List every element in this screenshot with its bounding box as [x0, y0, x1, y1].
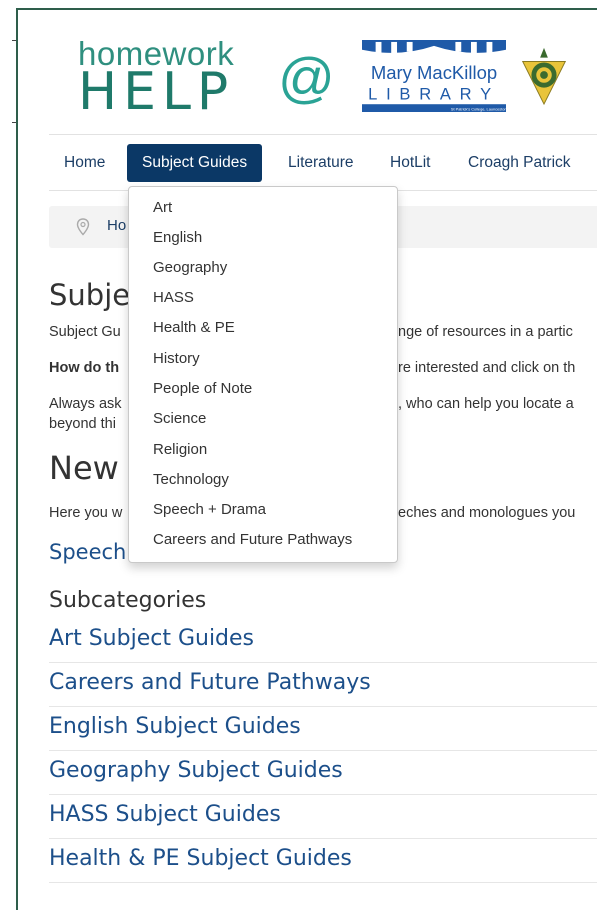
library-name-line2: LIBRARY	[368, 84, 500, 103]
subcategory-item: Careers and Future Pathways	[49, 662, 597, 707]
breadcrumb-home-link[interactable]: Ho	[107, 217, 126, 234]
nav-literature[interactable]: Literature	[273, 144, 368, 182]
dropdown-item-science[interactable]: Science	[153, 410, 206, 427]
intro-text-left: Subject Gu	[49, 324, 121, 340]
here-text-left: Here you w	[49, 505, 123, 521]
subcategory-item: English Subject Guides	[49, 706, 597, 751]
subcategory-link-hass[interactable]: HASS Subject Guides	[49, 802, 281, 827]
dropdown-item-art[interactable]: Art	[153, 199, 172, 216]
subcategory-link-geography[interactable]: Geography Subject Guides	[49, 758, 343, 783]
subcategory-link-english[interactable]: English Subject Guides	[49, 714, 301, 739]
dropdown-item-careers[interactable]: Careers and Future Pathways	[153, 531, 352, 548]
at-sign: @	[278, 46, 335, 109]
beyond-text-left: beyond thi	[49, 416, 116, 432]
library-subtext: St Patrick's College, Launceston	[451, 107, 507, 112]
subcategory-item: HASS Subject Guides	[49, 794, 597, 839]
dropdown-item-health-pe[interactable]: Health & PE	[153, 319, 235, 336]
header-divider	[49, 134, 597, 135]
subcategory-link-health-pe[interactable]: Health & PE Subject Guides	[49, 846, 352, 871]
subcategory-link-art[interactable]: Art Subject Guides	[49, 626, 254, 651]
dropdown-item-speech-drama[interactable]: Speech + Drama	[153, 501, 266, 518]
always-text-left: Always ask	[49, 396, 122, 412]
subcategory-link-careers[interactable]: Careers and Future Pathways	[49, 670, 371, 695]
dropdown-item-hass[interactable]: HASS	[153, 289, 194, 306]
subcategory-item: Art Subject Guides	[49, 618, 597, 663]
speech-link[interactable]: Speech	[49, 540, 126, 564]
mary-mackillop-library-logo[interactable]: Mary MacKillop LIBRARY St Patrick's Coll…	[360, 40, 508, 112]
how-text-right: re interested and click on th	[398, 360, 576, 376]
location-pin-icon	[76, 218, 90, 236]
here-text-right: eches and monologues you	[398, 505, 576, 521]
dropdown-item-history[interactable]: History	[153, 350, 200, 367]
nav-croagh-patrick[interactable]: Croagh Patrick	[453, 144, 586, 182]
dropdown-item-people-of-note[interactable]: People of Note	[153, 380, 252, 397]
subcategories-heading: Subcategories	[49, 588, 207, 613]
subject-guides-dropdown: Art English Geography HASS Health & PE H…	[128, 186, 398, 563]
dropdown-item-technology[interactable]: Technology	[153, 471, 229, 488]
always-text-right: , who can help you locate a	[398, 396, 574, 412]
intro-text-right: nge of resources in a partic	[398, 324, 573, 340]
dropdown-item-geography[interactable]: Geography	[153, 259, 227, 276]
library-name-line1: Mary MacKillop	[371, 62, 497, 83]
nav-home[interactable]: Home	[49, 144, 120, 182]
dropdown-item-religion[interactable]: Religion	[153, 441, 207, 458]
college-crest-icon	[521, 47, 567, 106]
how-text-left: How do th	[49, 360, 119, 376]
new-heading: New	[49, 449, 119, 487]
subcategory-item: Health & PE Subject Guides	[49, 838, 597, 883]
nav-hotlit[interactable]: HotLit	[375, 144, 446, 182]
subcategory-item: Geography Subject Guides	[49, 750, 597, 795]
left-margin	[0, 0, 16, 890]
how-label: How do th	[49, 360, 120, 376]
nav-subject-guides[interactable]: Subject Guides	[127, 144, 263, 182]
main-nav: Home Subject Guides Literature HotLit Cr…	[49, 144, 597, 182]
help-logo-text[interactable]: HELP	[78, 66, 234, 118]
dropdown-item-english[interactable]: English	[153, 229, 202, 246]
